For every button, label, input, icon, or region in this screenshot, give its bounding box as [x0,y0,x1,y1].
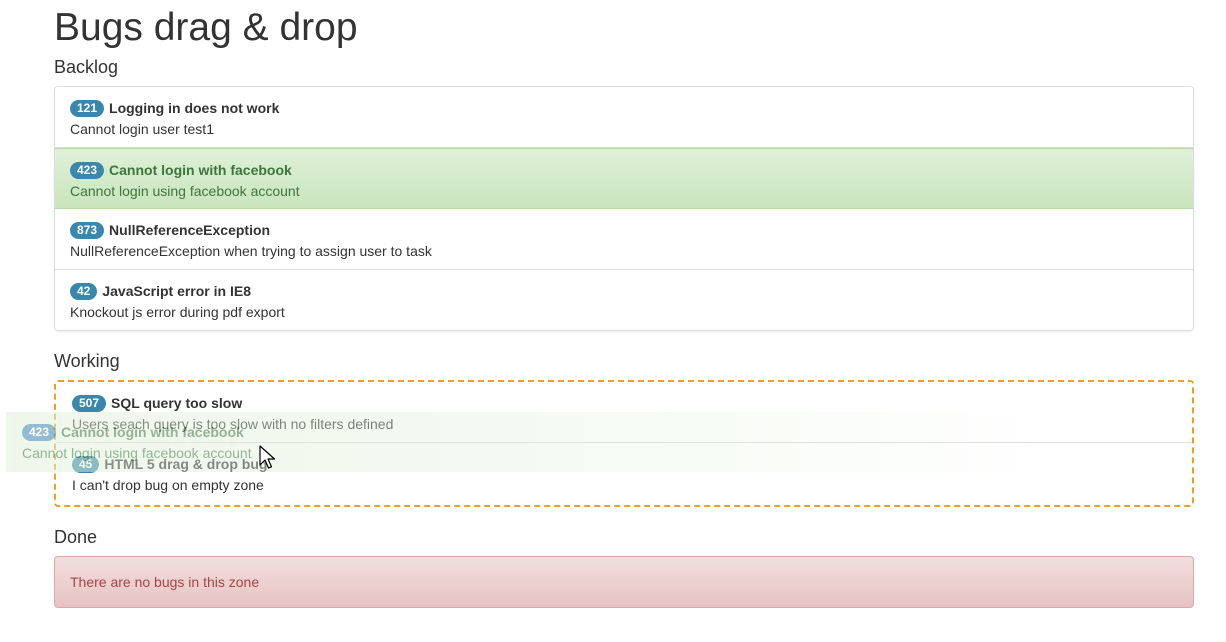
bug-description: Cannot login using facebook account [70,183,300,199]
bug-title: SQL query too slow [111,395,243,411]
empty-zone-message: There are no bugs in this zone [70,574,260,590]
bug-description: I can't drop bug on empty zone [72,477,264,493]
bug-title: Logging in does not work [109,100,280,116]
done-drop-zone[interactable]: There are no bugs in this zone [54,556,1194,608]
bug-id-badge: 45 [72,455,100,473]
arrow-cursor-icon [259,445,276,469]
bug-description: NullReferenceException when trying to as… [70,243,432,259]
working-drop-zone[interactable]: 507 SQL query too slow Users seach query… [54,380,1194,507]
bug-title: JavaScript error in IE8 [102,283,251,299]
bug-id-badge: 423 [70,161,105,179]
bug-id-badge: 423 [22,423,57,441]
bug-title: HTML 5 drag & drop bug [104,456,268,472]
bug-id-badge: 121 [70,99,105,117]
bug-item[interactable]: 873 NullReferenceException NullReference… [55,209,1193,270]
bug-item[interactable]: 42 JavaScript error in IE8 Knockout js e… [55,270,1193,330]
bug-title: NullReferenceException [109,222,271,238]
bug-item[interactable]: 121 Logging in does not work Cannot logi… [55,87,1193,148]
bug-id-badge: 42 [70,282,98,300]
bug-description: Knockout js error during pdf export [70,304,285,320]
bug-title: Cannot login with facebook [109,162,292,178]
bug-item-selected[interactable]: 423 Cannot login with facebook Cannot lo… [55,148,1193,209]
bug-item[interactable]: 45 HTML 5 drag & drop bug I can't drop b… [56,443,1192,504]
zone-heading-working: Working [54,351,120,371]
bug-description: Users seach query is too slow with no fi… [72,416,394,432]
page: Bugs drag & drop Backlog 121 Logging in … [0,0,1226,642]
bug-id-badge: 507 [72,394,107,412]
zone-heading-done: Done [54,527,98,547]
bug-id-badge: 873 [70,221,105,239]
bug-item[interactable]: 507 SQL query too slow Users seach query… [56,382,1192,443]
backlog-drop-zone[interactable]: 121 Logging in does not work Cannot logi… [54,86,1194,331]
page-title: Bugs drag & drop [54,6,358,49]
zone-heading-backlog: Backlog [54,57,119,77]
bug-description: Cannot login user test1 [70,121,214,137]
